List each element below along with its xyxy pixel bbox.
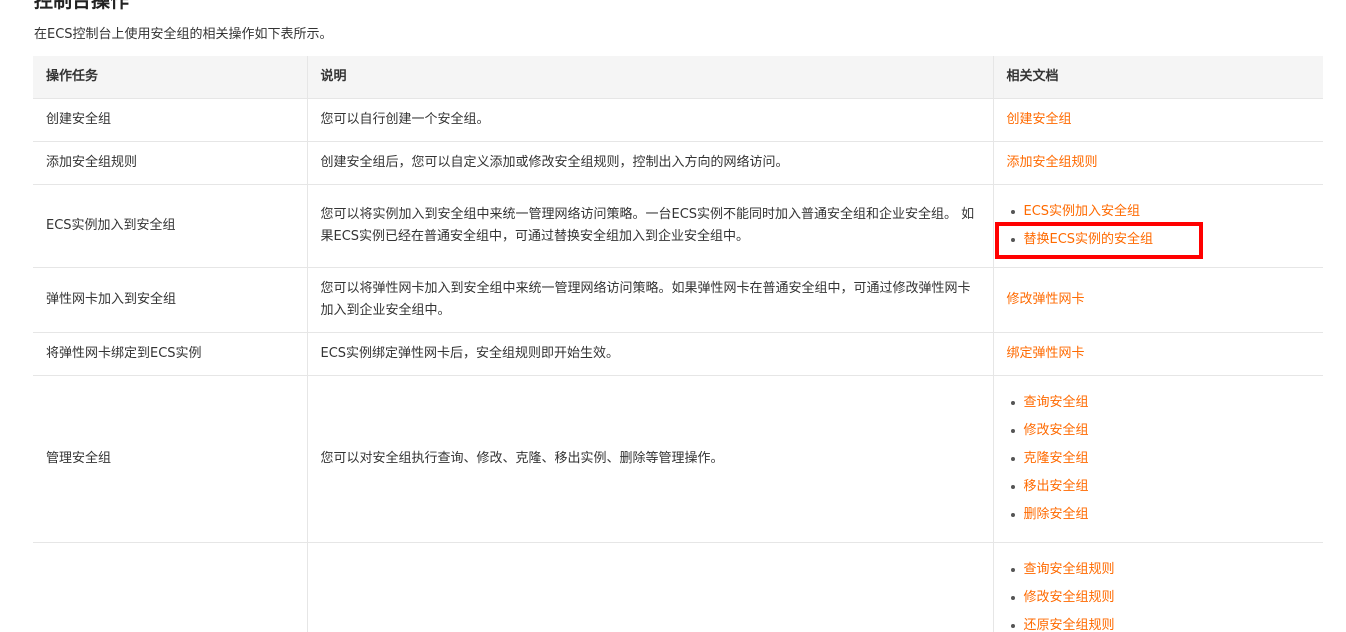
doc-link-clone-security-group[interactable]: 克隆安全组 xyxy=(1024,451,1089,466)
row-docs: 查询安全组规则 修改安全组规则 还原安全组规则 xyxy=(992,542,1323,632)
row-docs: ECS实例加入安全组 替换ECS实例的安全组 xyxy=(992,184,1323,268)
console-operations-table: 操作任务 说明 相关文档 创建安全组 您可以自行创建一个安全组。 创建安全组 添… xyxy=(33,56,1323,632)
row-docs: 创建安全组 xyxy=(992,98,1323,142)
row-task: 管理安全组 xyxy=(33,375,307,543)
row-description: 您可以将弹性网卡加入到安全组中来统一管理网络访问策略。如果弹性网卡在普通安全组中… xyxy=(306,267,993,333)
table-row: 管理安全组 您可以对安全组执行查询、修改、克隆、移出实例、删除等管理操作。 查询… xyxy=(33,375,1323,543)
doc-link-restore-rule[interactable]: 还原安全组规则 xyxy=(1024,618,1115,632)
row-description: 您可以将实例加入到安全组中来统一管理网络访问策略。一台ECS实例不能同时加入普通… xyxy=(306,184,993,268)
row-description: 您可以自行创建一个安全组。 xyxy=(306,98,993,142)
row-task: 弹性网卡加入到安全组 xyxy=(33,267,307,333)
list-item: 移出安全组 xyxy=(1007,473,1311,501)
row-docs: 绑定弹性网卡 xyxy=(992,332,1323,376)
doc-link-list: 查询安全组 修改安全组 克隆安全组 移出安全组 删除安全组 xyxy=(1007,389,1311,529)
section-title: 控制台操作 xyxy=(34,0,130,12)
doc-link-replace-security-group[interactable]: 替换ECS实例的安全组 xyxy=(1024,232,1154,247)
doc-link-query-security-group[interactable]: 查询安全组 xyxy=(1024,395,1089,410)
list-item: 克隆安全组 xyxy=(1007,445,1311,473)
row-docs: 添加安全组规则 xyxy=(992,141,1323,185)
row-task: 将弹性网卡绑定到ECS实例 xyxy=(33,332,307,376)
doc-link-create-security-group[interactable]: 创建安全组 xyxy=(1007,112,1072,127)
table-row: 查询安全组规则 修改安全组规则 还原安全组规则 xyxy=(33,542,1323,632)
row-description: 创建安全组后，您可以自定义添加或修改安全组规则，控制出入方向的网络访问。 xyxy=(306,141,993,185)
list-item: ECS实例加入安全组 xyxy=(1007,198,1311,226)
header-description: 说明 xyxy=(306,56,993,99)
row-description: 您可以对安全组执行查询、修改、克隆、移出实例、删除等管理操作。 xyxy=(306,375,993,543)
section-intro: 在ECS控制台上使用安全组的相关操作如下表所示。 xyxy=(34,27,333,42)
doc-link-remove-from-security-group[interactable]: 移出安全组 xyxy=(1024,479,1089,494)
table-row: 将弹性网卡绑定到ECS实例 ECS实例绑定弹性网卡后，安全组规则即开始生效。 绑… xyxy=(33,332,1323,376)
header-task: 操作任务 xyxy=(33,56,307,99)
row-description: ECS实例绑定弹性网卡后，安全组规则即开始生效。 xyxy=(306,332,993,376)
table-row: 添加安全组规则 创建安全组后，您可以自定义添加或修改安全组规则，控制出入方向的网… xyxy=(33,141,1323,185)
row-docs: 查询安全组 修改安全组 克隆安全组 移出安全组 删除安全组 xyxy=(992,375,1323,543)
table-row: 创建安全组 您可以自行创建一个安全组。 创建安全组 xyxy=(33,98,1323,142)
doc-link-delete-security-group[interactable]: 删除安全组 xyxy=(1024,507,1089,522)
list-item: 查询安全组规则 xyxy=(1007,556,1311,584)
table-row: 弹性网卡加入到安全组 您可以将弹性网卡加入到安全组中来统一管理网络访问策略。如果… xyxy=(33,267,1323,333)
doc-link-bind-eni[interactable]: 绑定弹性网卡 xyxy=(1007,346,1085,361)
list-item: 替换ECS实例的安全组 xyxy=(1007,226,1311,254)
list-item: 修改安全组规则 xyxy=(1007,584,1311,612)
list-item: 修改安全组 xyxy=(1007,417,1311,445)
list-item: 还原安全组规则 xyxy=(1007,612,1311,632)
header-related-docs: 相关文档 xyxy=(992,56,1323,99)
doc-link-modify-rule[interactable]: 修改安全组规则 xyxy=(1024,590,1115,605)
row-task: 添加安全组规则 xyxy=(33,141,307,185)
row-task: ECS实例加入到安全组 xyxy=(33,184,307,268)
doc-link-list: 查询安全组规则 修改安全组规则 还原安全组规则 xyxy=(1007,556,1311,632)
row-task: 创建安全组 xyxy=(33,98,307,142)
row-docs: 修改弹性网卡 xyxy=(992,267,1323,333)
doc-link-add-rule[interactable]: 添加安全组规则 xyxy=(1007,155,1098,170)
doc-link-modify-security-group[interactable]: 修改安全组 xyxy=(1024,423,1089,438)
row-task xyxy=(33,542,307,632)
doc-link-modify-eni[interactable]: 修改弹性网卡 xyxy=(1007,292,1085,307)
doc-link-join-instance[interactable]: ECS实例加入安全组 xyxy=(1024,204,1141,219)
doc-link-list: ECS实例加入安全组 替换ECS实例的安全组 xyxy=(1007,198,1311,254)
row-description xyxy=(306,542,993,632)
doc-page: 控制台操作 在ECS控制台上使用安全组的相关操作如下表所示。 操作任务 说明 相… xyxy=(0,0,1346,632)
table-row: ECS实例加入到安全组 您可以将实例加入到安全组中来统一管理网络访问策略。一台E… xyxy=(33,184,1323,268)
list-item: 删除安全组 xyxy=(1007,501,1311,529)
doc-link-query-rule[interactable]: 查询安全组规则 xyxy=(1024,562,1115,577)
list-item: 查询安全组 xyxy=(1007,389,1311,417)
table-header-row: 操作任务 说明 相关文档 xyxy=(33,56,1323,99)
